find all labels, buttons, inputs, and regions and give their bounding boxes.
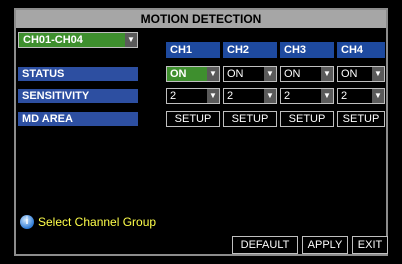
md-area-setup-button-ch2[interactable]: SETUP xyxy=(223,111,277,127)
chevron-down-icon: ▼ xyxy=(372,89,384,103)
info-icon: i xyxy=(20,215,34,229)
channel-header-ch1: CH1 xyxy=(166,42,220,58)
chevron-down-icon: ▼ xyxy=(207,67,219,81)
status-label: STATUS xyxy=(18,67,138,81)
chevron-down-icon: ▼ xyxy=(264,67,276,81)
dialog-title: MOTION DETECTION xyxy=(16,10,386,28)
sensitivity-value-ch4: 2 xyxy=(341,90,348,102)
sensitivity-select-ch3[interactable]: 2 ▼ xyxy=(280,88,334,104)
sensitivity-select-ch4[interactable]: 2 ▼ xyxy=(337,88,385,104)
chevron-down-icon: ▼ xyxy=(207,89,219,103)
chevron-down-icon: ▼ xyxy=(264,89,276,103)
sensitivity-value-ch2: 2 xyxy=(227,90,234,102)
md-area-setup-button-ch3[interactable]: SETUP xyxy=(280,111,334,127)
chevron-down-icon: ▼ xyxy=(321,67,333,81)
md-area-label: MD AREA xyxy=(18,112,138,126)
status-value-ch4: ON xyxy=(341,68,358,80)
md-area-setup-button-ch1[interactable]: SETUP xyxy=(166,111,220,127)
status-value-ch1: ON xyxy=(170,68,187,80)
sensitivity-value-ch3: 2 xyxy=(284,90,291,102)
status-value-ch3: ON xyxy=(284,68,301,80)
channel-group-select[interactable]: CH01-CH04 ▼ xyxy=(18,32,138,48)
status-select-ch4[interactable]: ON ▼ xyxy=(337,66,385,82)
exit-button[interactable]: EXIT xyxy=(352,236,388,254)
status-select-ch3[interactable]: ON ▼ xyxy=(280,66,334,82)
default-button[interactable]: DEFAULT xyxy=(232,236,298,254)
chevron-down-icon: ▼ xyxy=(125,33,137,47)
status-select-ch2[interactable]: ON ▼ xyxy=(223,66,277,82)
sensitivity-select-ch2[interactable]: 2 ▼ xyxy=(223,88,277,104)
md-area-setup-button-ch4[interactable]: SETUP xyxy=(337,111,385,127)
sensitivity-select-ch1[interactable]: 2 ▼ xyxy=(166,88,220,104)
channel-header-ch3: CH3 xyxy=(280,42,334,58)
chevron-down-icon: ▼ xyxy=(321,89,333,103)
chevron-down-icon: ▼ xyxy=(372,67,384,81)
apply-button[interactable]: APPLY xyxy=(302,236,348,254)
status-select-ch1[interactable]: ON ▼ xyxy=(166,66,220,82)
channel-header-ch4: CH4 xyxy=(337,42,385,58)
channel-group-value: CH01-CH04 xyxy=(23,34,83,46)
status-value-ch2: ON xyxy=(227,68,244,80)
hint-text: Select Channel Group xyxy=(38,215,157,229)
sensitivity-value-ch1: 2 xyxy=(170,90,177,102)
channel-header-ch2: CH2 xyxy=(223,42,277,58)
sensitivity-label: SENSITIVITY xyxy=(18,89,138,103)
